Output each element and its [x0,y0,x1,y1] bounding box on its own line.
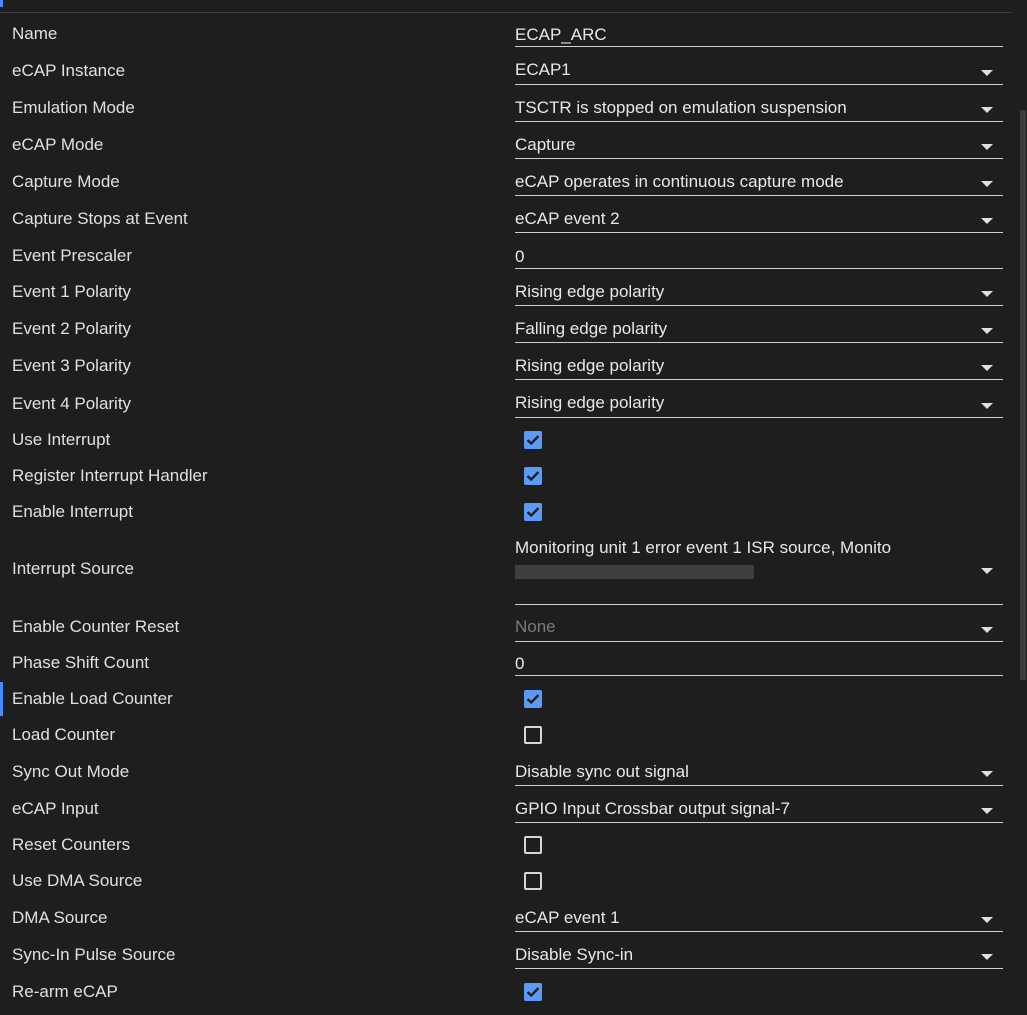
chevron-down-icon [981,403,993,409]
register-interrupt-handler-checkbox[interactable] [524,467,542,485]
enable-interrupt-checkbox[interactable] [524,503,542,521]
sync-out-mode-select[interactable]: Disable sync out signal [515,759,1003,786]
name-label: Name [12,24,58,43]
sync-out-mode-label: Sync Out Mode [12,762,130,781]
chevron-down-icon [981,917,993,923]
sync-in-pulse-source-select[interactable]: Disable Sync-in [515,942,1003,969]
enable-counter-reset-value: None [515,617,556,636]
enable-load-counter-checkbox[interactable] [524,690,542,708]
scrollbar-thumb[interactable] [1020,110,1026,680]
capture-stops-label: Capture Stops at Event [12,209,188,228]
load-counter-checkbox[interactable] [524,726,542,744]
capture-stops-select[interactable]: eCAP event 2 [515,206,1003,233]
ecap-mode-label: eCAP Mode [12,135,104,154]
event4-polarity-value: Rising edge polarity [515,393,665,412]
event3-polarity-label: Event 3 Polarity [12,356,132,375]
enable-load-counter-label: Enable Load Counter [12,689,173,708]
panel-top-divider [0,12,1012,13]
checkmark-icon [526,694,540,705]
event3-polarity-value: Rising edge polarity [515,356,665,375]
checkmark-icon [526,987,540,998]
chevron-down-icon [981,291,993,297]
use-dma-source-checkbox[interactable] [524,872,542,890]
event4-polarity-select[interactable]: Rising edge polarity [515,390,1003,418]
interrupt-source-label: Interrupt Source [12,559,134,578]
event1-polarity-label: Event 1 Polarity [12,282,132,301]
chevron-down-icon [981,181,993,187]
chevron-down-icon [981,328,993,334]
reset-counters-checkbox[interactable] [524,836,542,854]
phase-shift-count-label: Phase Shift Count [12,653,150,672]
interrupt-source-multiselect[interactable]: Monitoring unit 1 error event 1 ISR sour… [515,536,1003,605]
interrupt-source-scrollbar[interactable] [515,565,754,579]
chevron-down-icon [981,771,993,777]
event-prescaler-label: Event Prescaler [12,246,132,265]
chevron-down-icon [981,218,993,224]
dma-source-value: eCAP event 1 [515,908,620,927]
capture-mode-select[interactable]: eCAP operates in continuous capture mode [515,169,1003,196]
ecap-mode-value: Capture [515,135,576,154]
chevron-down-icon [981,808,993,814]
enable-counter-reset-label: Enable Counter Reset [12,617,180,636]
emulation-mode-select[interactable]: TSCTR is stopped on emulation suspension [515,95,1003,122]
event2-polarity-select[interactable]: Falling edge polarity [515,316,1003,343]
event1-polarity-value: Rising edge polarity [515,282,665,301]
ecap-instance-label: eCAP Instance [12,61,126,80]
chevron-down-icon [981,568,993,574]
chevron-down-icon [981,627,993,633]
checkmark-icon [526,435,540,446]
panel-top-accent [0,0,3,7]
register-interrupt-handler-label: Register Interrupt Handler [12,466,208,485]
checkmark-icon [526,471,540,482]
interrupt-source-value: Monitoring unit 1 error event 1 ISR sour… [515,538,892,557]
reset-counters-label: Reset Counters [12,835,131,854]
capture-mode-label: Capture Mode [12,172,120,191]
event-prescaler-value: 0 [515,247,525,266]
name-input[interactable]: ECAP_ARC [515,23,1003,47]
load-counter-label: Load Counter [12,725,116,744]
sync-in-pulse-source-label: Sync-In Pulse Source [12,945,176,964]
enable-interrupt-label: Enable Interrupt [12,502,133,521]
use-dma-source-label: Use DMA Source [12,871,143,890]
capture-mode-value: eCAP operates in continuous capture mode [515,172,844,191]
row-focus-indicator [0,682,3,716]
ecap-mode-select[interactable]: Capture [515,132,1003,159]
ecap-instance-select[interactable]: ECAP1 [515,58,1003,85]
event3-polarity-select[interactable]: Rising edge polarity [515,353,1003,380]
chevron-down-icon [981,144,993,150]
rearm-ecap-checkbox[interactable] [524,983,542,1001]
event2-polarity-label: Event 2 Polarity [12,319,132,338]
rearm-ecap-label: Re-arm eCAP [12,982,118,1001]
emulation-mode-label: Emulation Mode [12,98,135,117]
chevron-down-icon [981,954,993,960]
sync-in-pulse-source-value: Disable Sync-in [515,945,634,964]
chevron-down-icon [981,107,993,113]
capture-stops-value: eCAP event 2 [515,209,620,228]
dma-source-select[interactable]: eCAP event 1 [515,905,1003,932]
event-prescaler-input[interactable]: 0 [515,244,1003,269]
emulation-mode-value: TSCTR is stopped on emulation suspension [515,98,847,117]
ecap-input-select[interactable]: GPIO Input Crossbar output signal-7 [515,796,1003,823]
chevron-down-icon [981,70,993,76]
use-interrupt-checkbox[interactable] [524,431,542,449]
enable-counter-reset-select[interactable]: None [515,614,1003,642]
sync-out-mode-value: Disable sync out signal [515,762,689,781]
checkmark-icon [526,507,540,518]
event2-polarity-value: Falling edge polarity [515,319,668,338]
chevron-down-icon [981,365,993,371]
phase-shift-count-value: 0 [515,654,525,673]
event1-polarity-select[interactable]: Rising edge polarity [515,279,1003,306]
ecap-input-label: eCAP Input [12,799,99,818]
event4-polarity-label: Event 4 Polarity [12,394,132,413]
ecap-input-value: GPIO Input Crossbar output signal-7 [515,799,790,818]
use-interrupt-label: Use Interrupt [12,430,111,449]
phase-shift-count-input[interactable]: 0 [515,651,1003,676]
ecap-instance-value: ECAP1 [515,60,571,79]
name-value: ECAP_ARC [515,25,607,44]
dma-source-label: DMA Source [12,908,108,927]
